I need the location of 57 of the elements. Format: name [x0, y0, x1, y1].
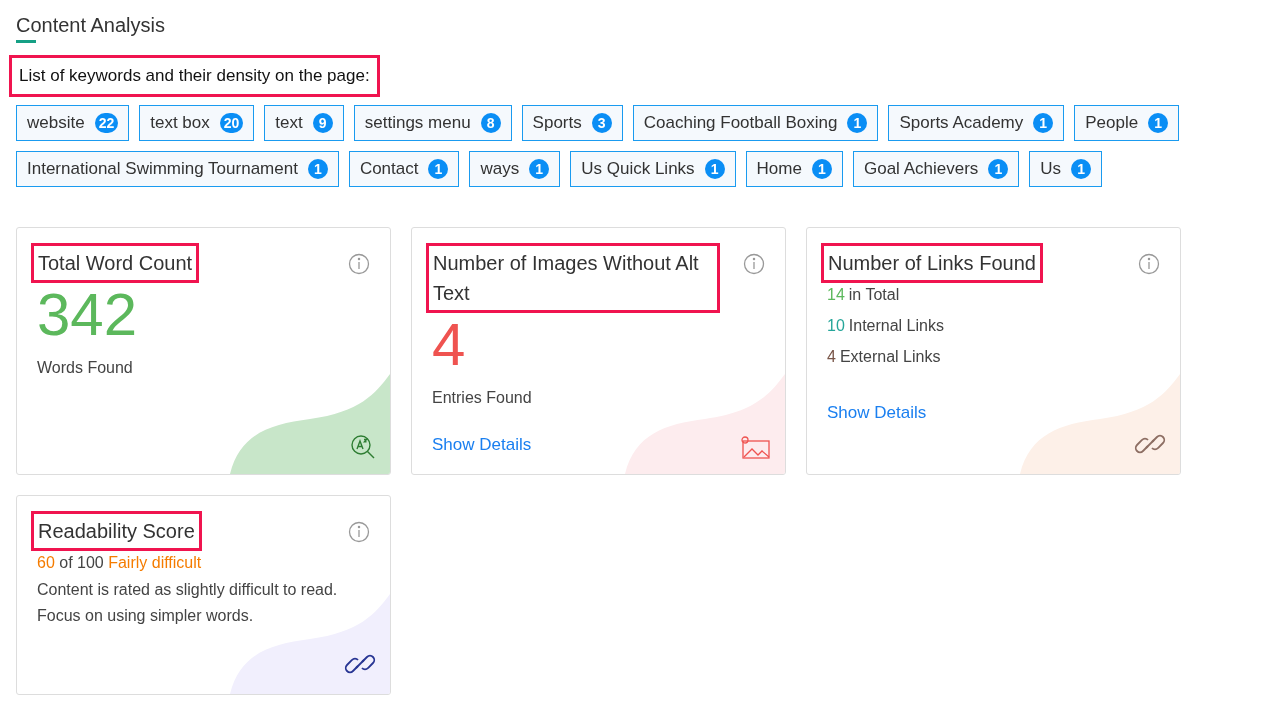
keyword-count: 8 — [480, 113, 501, 133]
keyword-label: text — [275, 113, 303, 133]
keyword-label: text box — [150, 113, 210, 133]
keyword-count: 1 — [1033, 113, 1054, 133]
keyword-label: People — [1085, 113, 1139, 133]
keyword-count: 1 — [1071, 159, 1092, 179]
count-value: 4 — [432, 315, 466, 375]
keyword-count: 1 — [529, 159, 550, 179]
keyword-label: Contact — [359, 159, 419, 179]
keyword-count: 1 — [1148, 113, 1169, 133]
stat-label: in Total — [848, 285, 900, 305]
keywords-intro: List of keywords and their density on the page: — [9, 55, 380, 97]
count-caption: Words Found — [37, 359, 133, 377]
score-text: 60 of 100 Fairly difficult — [37, 553, 202, 573]
keyword-label: ways — [480, 159, 520, 179]
stat-value: 10 — [827, 316, 845, 336]
image-icon — [741, 436, 771, 460]
keyword-label: Goal Achievers — [863, 159, 979, 179]
stat-label: External Links — [839, 347, 941, 367]
card-title: Number of Links Found — [821, 243, 1043, 283]
keyword-label: settings menu — [364, 113, 471, 133]
stat-label: Internal Links — [848, 316, 944, 336]
keyword-count: 3 — [591, 113, 612, 133]
description-text: Focus on using simpler words. — [37, 607, 254, 625]
count-caption: Entries Found — [432, 389, 532, 407]
card-title: Number of Images Without Alt Text — [426, 243, 720, 313]
card-title: Readability Score — [31, 511, 202, 551]
keyword-label: Home — [756, 159, 802, 179]
info-icon[interactable] — [348, 253, 370, 275]
description-text: Content is rated as slightly difficult to read. — [37, 581, 338, 599]
info-icon[interactable] — [1138, 253, 1160, 275]
keyword-count: 20 — [219, 113, 244, 133]
keyword-count: 22 — [94, 113, 119, 133]
keyword-label: Us Quick Links — [581, 159, 695, 179]
show-details-link[interactable]: Show Details — [432, 435, 532, 455]
keyword-label: International Swimming Tournament — [27, 159, 298, 179]
stat-value: 14 — [827, 285, 845, 305]
keyword-label: Coaching Football Boxing — [643, 113, 838, 133]
keyword-label: website — [27, 113, 85, 133]
keyword-label: Sports — [532, 113, 582, 133]
keyword-count: 1 — [811, 159, 832, 179]
keyword-label: Sports Academy — [899, 113, 1024, 133]
keyword-count: 1 — [847, 113, 868, 133]
keyword-count: 1 — [988, 159, 1009, 179]
stat-value: 4 — [827, 347, 836, 367]
keyword-count: 1 — [307, 159, 328, 179]
magnifier-icon — [350, 434, 376, 460]
keyword-label: Us — [1040, 159, 1062, 179]
section-title: Content Analysis — [16, 14, 165, 43]
info-icon[interactable] — [348, 521, 370, 543]
keyword-count: 9 — [312, 113, 333, 133]
card-title: Total Word Count — [31, 243, 200, 283]
show-details-link[interactable]: Show Details — [827, 403, 927, 423]
info-icon[interactable] — [743, 253, 765, 275]
keyword-count: 1 — [428, 159, 449, 179]
keyword-count: 1 — [704, 159, 725, 179]
count-value: 342 — [37, 285, 138, 345]
